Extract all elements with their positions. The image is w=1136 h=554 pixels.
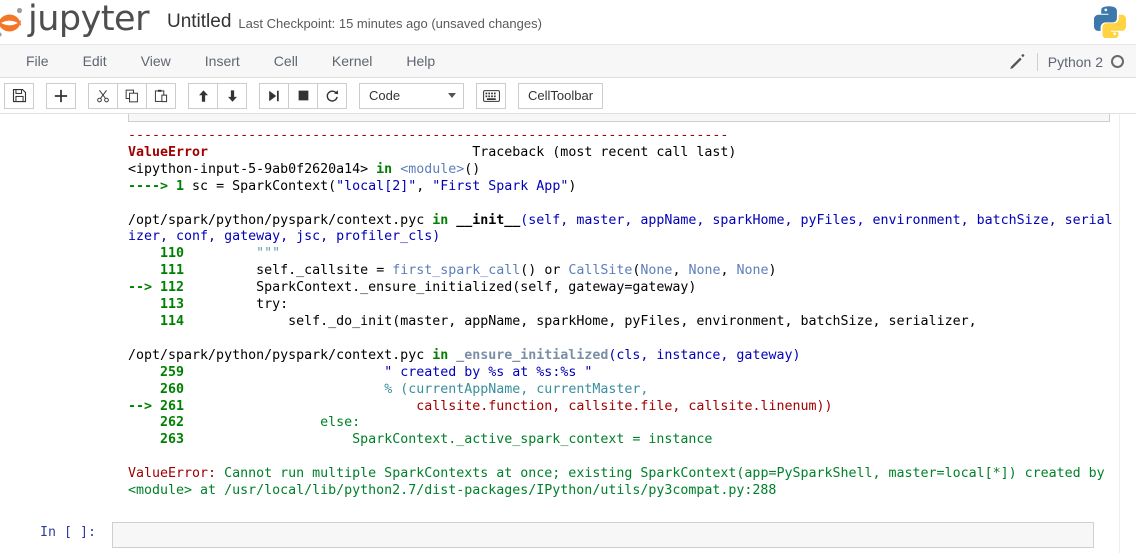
move-cell-down-button[interactable]: [217, 82, 247, 109]
notebook-scrollbar[interactable]: [1119, 114, 1136, 553]
celltoolbar-button[interactable]: CellToolbar: [518, 82, 604, 109]
move-cell-up-button[interactable]: [188, 82, 218, 109]
traceback-line-frame-2-line-260: 260 % (currentAppName, currentMaster,: [128, 381, 649, 397]
clipped-code-cell-above[interactable]: [128, 114, 1110, 122]
traceback-line-error-header: ValueError Traceback (most recent call l…: [128, 144, 737, 160]
interrupt-kernel-button[interactable]: [288, 82, 318, 109]
toolbar-group-palette: [476, 82, 506, 109]
menu-item-edit[interactable]: Edit: [66, 47, 124, 76]
toolbar-group-clipboard: [88, 82, 176, 109]
traceback-line-frame-2-line-263: 263 SparkContext._active_spark_context =…: [128, 432, 713, 448]
chevron-down-icon: [448, 93, 456, 98]
toolbar-group-save: [4, 82, 34, 109]
run-cell-button[interactable]: [259, 82, 289, 109]
command-palette-button[interactable]: [476, 82, 506, 109]
traceback-line-frame-2-line-261-current: --> 261 callsite.function, callsite.file…: [128, 398, 833, 414]
pencil-icon[interactable]: [1009, 53, 1027, 70]
kernel-name-label: Python 2: [1047, 53, 1103, 70]
copy-cell-button[interactable]: [117, 82, 147, 109]
save-button[interactable]: [4, 82, 34, 109]
traceback-line-frame-1-location: /opt/spark/python/pyspark/context.pyc in…: [128, 212, 1113, 245]
toolbar-group-celltoolbar: CellToolbar: [518, 82, 604, 109]
python-logo-icon: [1093, 5, 1127, 40]
menu-item-list: File Edit View Insert Cell Kernel Help: [0, 47, 452, 76]
traceback-line-frame-1-line-112-current: --> 112 SparkContext._ensure_initialized…: [128, 280, 697, 296]
traceback-line-blank-1: [128, 196, 1120, 213]
cell-type-select[interactable]: Code: [359, 82, 464, 109]
traceback-line-frame-1-line-111: 111 self._callsite = first_spark_call() …: [128, 263, 777, 279]
traceback-line-frame-1-line-113: 113 try:: [128, 297, 289, 313]
checkpoint-status: Last Checkpoint: 15 minutes ago (unsaved…: [238, 15, 542, 31]
menu-item-file[interactable]: File: [9, 47, 66, 76]
traceback-line-frame-2-line-259: 259 " created by %s at %s:%s ": [128, 364, 593, 380]
notebook-toolbar: Code CellToolbar: [0, 78, 1136, 114]
traceback-line-error-message: ValueError: Cannot run multiple SparkCon…: [128, 466, 1113, 499]
toolbar-group-celltype: Code: [359, 82, 464, 109]
kernel-idle-circle-icon[interactable]: [1111, 55, 1124, 68]
traceback-line-frame-0-line-1: ----> 1 sc = SparkContext("local[2]", "F…: [128, 178, 577, 194]
cell-type-value: Code: [369, 88, 401, 103]
kernel-divider: [1036, 52, 1038, 71]
traceback-text: ----------------------------------------…: [128, 128, 1120, 500]
notebook-body: ----------------------------------------…: [0, 114, 1136, 553]
menu-bar: File Edit View Insert Cell Kernel Help P…: [0, 45, 1136, 78]
input-prompt-label: In [ ]:: [39, 525, 96, 540]
menu-item-insert[interactable]: Insert: [188, 47, 257, 76]
notebook-header: jupyter Untitled Last Checkpoint: 15 min…: [0, 0, 1136, 45]
notebook-name[interactable]: Untitled: [167, 11, 231, 33]
code-input-editor[interactable]: [112, 522, 1094, 548]
traceback-line-frame-2-location: /opt/spark/python/pyspark/context.pyc in…: [128, 347, 801, 363]
kernel-status-area: Python 2: [1009, 45, 1128, 78]
menu-item-view[interactable]: View: [124, 47, 188, 76]
traceback-line-frame-1-line-110: 110 """: [128, 246, 281, 262]
toolbar-group-move: [188, 82, 247, 109]
jupyter-logo-text: jupyter: [28, 0, 149, 39]
jupyter-logo[interactable]: jupyter: [0, 0, 149, 40]
traceback-line-blank-2: [128, 331, 1120, 348]
traceback-line-frame-0-location: <ipython-input-5-9ab0f2620a14> in <modul…: [128, 161, 481, 177]
traceback-separator: ----------------------------------------…: [128, 128, 729, 143]
menu-item-help[interactable]: Help: [389, 47, 452, 76]
menu-item-kernel[interactable]: Kernel: [315, 47, 389, 76]
traceback-line-frame-1-line-114: 114 self._do_init(master, appName, spark…: [128, 313, 977, 329]
cell-output-traceback: ----------------------------------------…: [0, 128, 1120, 500]
cut-cell-button[interactable]: [88, 82, 118, 109]
insert-cell-below-button[interactable]: [46, 82, 76, 109]
jupyter-planet-icon: [0, 5, 28, 39]
paste-cell-button[interactable]: [146, 82, 176, 109]
restart-kernel-button[interactable]: [317, 82, 347, 109]
input-cell-row: In [ ]:: [0, 514, 1120, 553]
toolbar-group-insert: [46, 82, 76, 109]
toolbar-group-run: [259, 82, 347, 109]
traceback-line-frame-2-line-262: 262 else:: [128, 415, 361, 431]
menu-item-cell[interactable]: Cell: [257, 47, 315, 76]
traceback-line-blank-3: [128, 449, 1120, 466]
